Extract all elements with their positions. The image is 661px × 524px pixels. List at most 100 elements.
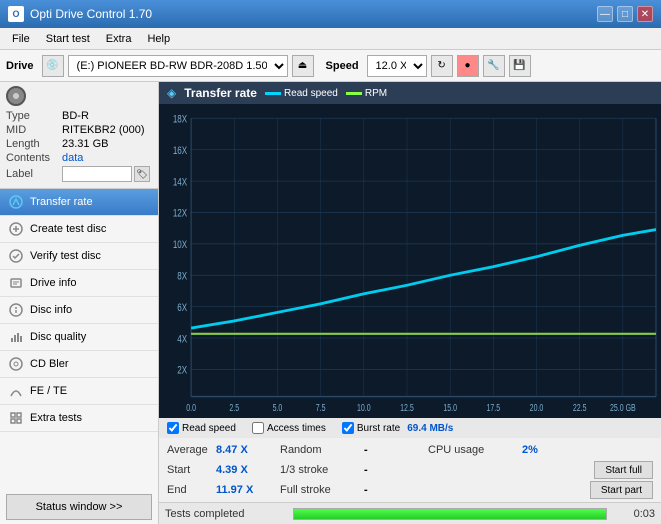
full-stroke-label: Full stroke [280, 484, 360, 496]
disc-label-button[interactable]: 🏷 [134, 166, 150, 182]
disc-length-value: 23.31 GB [62, 138, 108, 150]
verify-test-disc-icon [8, 248, 24, 264]
svg-text:12.5: 12.5 [400, 402, 414, 414]
tools-button[interactable]: 🔧 [483, 55, 505, 77]
nav-transfer-rate-label: Transfer rate [30, 196, 93, 208]
window-controls: — □ ✕ [597, 6, 653, 22]
chart-svg: 18X 16X 14X 12X 10X 8X 6X 4X 2X 0.0 2.5 … [159, 104, 661, 418]
title-bar-left: O Opti Drive Control 1.70 [8, 6, 152, 22]
minimize-button[interactable]: — [597, 6, 613, 22]
nav-fe-te[interactable]: FE / TE [0, 378, 158, 405]
cpu-label: CPU usage [428, 444, 518, 456]
progress-bar-container [293, 508, 607, 520]
nav-drive-info-label: Drive info [30, 277, 76, 289]
status-time: 0:03 [615, 508, 655, 520]
burst-rate-checkbox[interactable] [342, 422, 354, 434]
read-speed-check-label: Read speed [182, 423, 236, 434]
stats-row-3: End 11.97 X Full stroke - Start part [167, 480, 653, 500]
svg-text:4X: 4X [177, 333, 187, 346]
fe-te-icon [8, 383, 24, 399]
svg-text:15.0: 15.0 [443, 402, 457, 414]
legend-rpm-label: RPM [365, 88, 387, 99]
drive-select[interactable]: (E:) PIONEER BD-RW BDR-208D 1.50 [68, 55, 288, 77]
start-part-button[interactable]: Start part [590, 481, 653, 499]
nav-drive-info[interactable]: Drive info [0, 270, 158, 297]
legend-rpm-color [346, 92, 362, 95]
app-title: Opti Drive Control 1.70 [30, 7, 152, 21]
nav-extra-tests-label: Extra tests [30, 412, 82, 424]
random-value: - [364, 444, 424, 456]
read-speed-checkbox[interactable] [167, 422, 179, 434]
speed-label: Speed [326, 60, 359, 72]
legend-read: Read speed [265, 88, 338, 99]
drive-icon: 💿 [42, 55, 64, 77]
close-button[interactable]: ✕ [637, 6, 653, 22]
nav-disc-info[interactable]: Disc info [0, 297, 158, 324]
disc-type-row: Type BD-R [6, 110, 152, 122]
disc-info-icon [8, 302, 24, 318]
access-times-check-label: Access times [267, 423, 326, 434]
svg-text:10.0: 10.0 [357, 402, 371, 414]
disc-contents-row: Contents data [6, 152, 152, 164]
nav-extra-tests[interactable]: Extra tests [0, 405, 158, 432]
start-full-button[interactable]: Start full [594, 461, 653, 479]
svg-text:2.5: 2.5 [229, 402, 239, 414]
svg-text:0.0: 0.0 [186, 402, 196, 414]
average-label: Average [167, 444, 212, 456]
chart-title: Transfer rate [184, 86, 257, 100]
disc-panel: transfer-rate Type BD-R MID RITEKBR2 (00… [0, 82, 158, 189]
nav-cd-bler[interactable]: CD Bler [0, 351, 158, 378]
sidebar: transfer-rate Type BD-R MID RITEKBR2 (00… [0, 82, 159, 524]
nav-create-test-disc[interactable]: Create test disc [0, 216, 158, 243]
extra-tests-icon [8, 410, 24, 426]
disc-contents-label: Contents [6, 152, 62, 164]
disc-contents-value: data [62, 152, 83, 164]
disc-mid-label: MID [6, 124, 62, 136]
average-value: 8.47 X [216, 444, 276, 456]
start-value: 4.39 X [216, 464, 276, 476]
nav-verify-test-disc[interactable]: Verify test disc [0, 243, 158, 270]
status-window-button[interactable]: Status window >> [6, 494, 152, 520]
svg-text:20.0: 20.0 [530, 402, 544, 414]
menu-extra[interactable]: Extra [98, 31, 140, 47]
chart-title-icon: ◈ [167, 86, 176, 100]
drive-label: Drive [6, 60, 34, 72]
nav-transfer-rate[interactable]: Transfer rate [0, 189, 158, 216]
disc-type-label: Type [6, 110, 62, 122]
stroke13-label: 1/3 stroke [280, 464, 360, 476]
disc-label-label: Label [6, 168, 62, 180]
refresh-button[interactable]: ↻ [431, 55, 453, 77]
legend-read-color [265, 92, 281, 95]
eject-button[interactable]: ⏏ [292, 55, 314, 77]
full-stroke-value: - [364, 484, 424, 496]
disc-length-label: Length [6, 138, 62, 150]
menu-file[interactable]: File [4, 31, 38, 47]
nav-create-test-disc-label: Create test disc [30, 223, 106, 235]
disc-icon [6, 86, 26, 106]
menu-start-test[interactable]: Start test [38, 31, 98, 47]
cd-bler-icon [8, 356, 24, 372]
save-button[interactable]: 💾 [509, 55, 531, 77]
title-bar: O Opti Drive Control 1.70 — □ ✕ [0, 0, 661, 28]
disc-label-input[interactable] [62, 166, 132, 182]
svg-text:16X: 16X [173, 145, 188, 158]
status-text: Tests completed [165, 508, 285, 520]
random-label: Random [280, 444, 360, 456]
nav-disc-quality[interactable]: Disc quality [0, 324, 158, 351]
menu-bar: File Start test Extra Help [0, 28, 661, 50]
menu-help[interactable]: Help [139, 31, 178, 47]
disc-type-value: BD-R [62, 110, 89, 122]
access-times-checkbox[interactable] [252, 422, 264, 434]
disc-label-row: Label 🏷 [6, 166, 152, 182]
speed-select[interactable]: 12.0 X ∨ [367, 55, 427, 77]
legend-read-label: Read speed [284, 88, 338, 99]
record-button[interactable]: ● [457, 55, 479, 77]
end-label: End [167, 484, 212, 496]
access-times-check-item: Access times [252, 422, 326, 434]
svg-text:17.5: 17.5 [486, 402, 500, 414]
progress-bar [294, 509, 606, 519]
svg-text:2X: 2X [177, 365, 187, 378]
maximize-button[interactable]: □ [617, 6, 633, 22]
burst-rate-check-label: Burst rate [357, 423, 400, 434]
nav-fe-te-label: FE / TE [30, 385, 67, 397]
